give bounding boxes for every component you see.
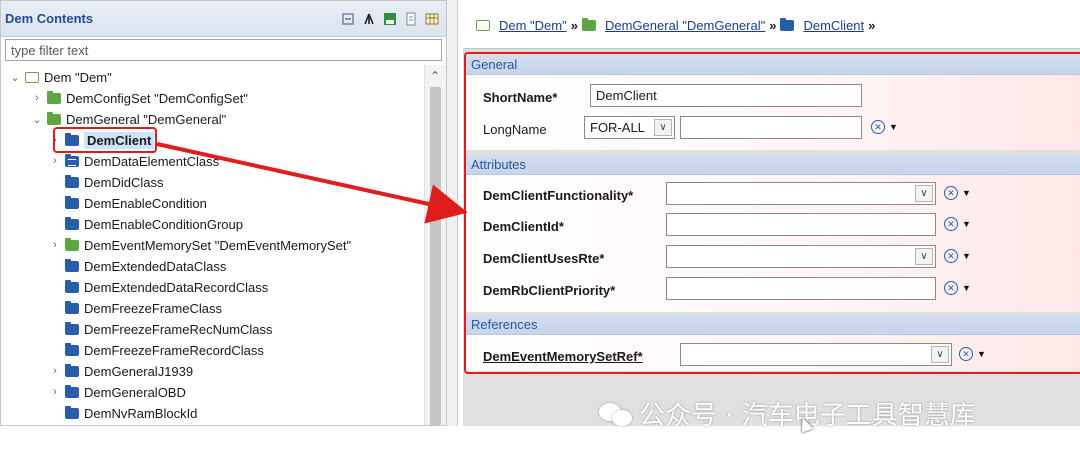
watermark: 公众号 · 汽车电子工具智慧库 [599, 395, 976, 432]
tree-item-label: DemGeneralOBD [84, 384, 186, 400]
breadcrumb-separator: » [868, 18, 876, 33]
tree-item-demgeneralobd[interactable]: › DemGeneralOBD [49, 382, 186, 402]
editor-area: Dem "Dem" » DemGeneral "DemGeneral" » De… [457, 0, 1080, 431]
variant-icon[interactable] [382, 11, 398, 27]
tree-item-label: DemEnableCondition [84, 195, 207, 211]
chevron-right-icon[interactable]: › [49, 155, 61, 167]
tree-view: ⌄ Dem "Dem" › DemConfigSet "DemConfigSet… [1, 65, 446, 425]
tree-item-demenableconditiongroup[interactable]: DemEnableConditionGroup [65, 214, 243, 234]
folder-icon [65, 237, 79, 251]
collapse-all-icon[interactable] [340, 11, 356, 27]
tree-item-demconfigset[interactable]: › DemConfigSet "DemConfigSet" [31, 88, 248, 108]
chevron-right-icon[interactable]: › [49, 365, 61, 377]
scrollbar-thumb[interactable] [430, 87, 441, 425]
tree-item-label: DemExtendedDataClass [84, 258, 227, 274]
chevron-right-icon[interactable]: › [49, 386, 61, 398]
folder-icon [65, 216, 79, 230]
folder-icon [65, 342, 79, 356]
folder-icon [780, 18, 795, 31]
tree-item-dem[interactable]: ⌄ Dem "Dem" [9, 67, 112, 87]
selection-highlight [53, 127, 157, 153]
tree-item-label: DemFreezeFrameRecNumClass [84, 321, 273, 337]
tree-item-label: DemEnableConditionGroup [84, 216, 243, 232]
breadcrumb-link[interactable]: Dem "Dem" [499, 18, 567, 33]
tree-item-demextendeddataclass[interactable]: DemExtendedDataClass [65, 256, 226, 276]
folder-icon [65, 300, 79, 314]
tree-item-demfreezeframerecnumclass[interactable]: DemFreezeFrameRecNumClass [65, 319, 273, 339]
folder-icon [65, 174, 79, 188]
tree-item-label: DemGeneralJ1939 [84, 363, 194, 379]
module-icon [476, 20, 490, 31]
tree-item-label: DemConfigSet "DemConfigSet" [66, 90, 248, 106]
tree-item-label: DemGeneral "DemGeneral" [66, 111, 227, 127]
document-icon[interactable] [403, 11, 419, 27]
tree-item-demgeneralj1939[interactable]: › DemGeneralJ1939 [49, 361, 193, 381]
tree-item-demfreezeframerecordclass[interactable]: DemFreezeFrameRecordClass [65, 340, 264, 360]
hierarchy-icon[interactable] [361, 11, 377, 27]
dem-contents-panel: Dem Contents type filter text ⌄ Dem "Dem… [0, 0, 447, 426]
tree-item-label: DemNvRamBlockId [84, 405, 198, 421]
breadcrumb: Dem "Dem" » DemGeneral "DemGeneral" » De… [476, 18, 875, 33]
folder-icon [65, 321, 79, 335]
tree-item-label: DemFreezeFrameRecordClass [84, 342, 264, 358]
tree-item-demeventmemoryset[interactable]: › DemEventMemorySet "DemEventMemorySet" [49, 235, 351, 255]
tree-item-demdidclass[interactable]: DemDidClass [65, 172, 163, 192]
breadcrumb-separator: » [570, 18, 578, 33]
breadcrumb-item-dem[interactable]: Dem "Dem" [476, 18, 567, 33]
tree-item-label: DemExtendedDataRecordClass [84, 279, 269, 295]
chevron-right-icon[interactable]: › [31, 92, 43, 104]
chevron-down-icon[interactable]: ⌄ [9, 71, 21, 84]
folder-icon [581, 18, 596, 31]
table-icon[interactable] [424, 11, 440, 27]
content-highlight-frame [464, 52, 1080, 374]
folder-icon [65, 195, 79, 209]
chevron-right-icon[interactable]: › [49, 239, 61, 251]
breadcrumb-link[interactable]: DemGeneral "DemGeneral" [605, 18, 765, 33]
folder-icon [65, 363, 79, 377]
tree-item-demfreezeframeclass[interactable]: DemFreezeFrameClass [65, 298, 222, 318]
tree-item-label: Dem "Dem" [44, 69, 112, 85]
folder-icon [65, 405, 79, 419]
breadcrumb-item-demclient[interactable]: DemClient [780, 18, 864, 33]
panel-header: Dem Contents [1, 1, 446, 37]
tree-item-label: DemEventMemorySet "DemEventMemorySet" [84, 237, 352, 253]
folder-icon [65, 384, 79, 398]
tree-item-demnvramblockid[interactable]: DemNvRamBlockId [65, 403, 197, 423]
chevron-down-icon[interactable]: ⌄ [31, 113, 43, 126]
chevron-up-icon[interactable]: ⌃ [430, 69, 440, 83]
tree-item-demdataelementclass[interactable]: › DemDataElementClass [49, 151, 219, 171]
folder-icon [47, 90, 61, 104]
module-icon [25, 71, 39, 83]
breadcrumb-separator: » [769, 18, 777, 33]
folder-icon [65, 279, 79, 293]
panel-title: Dem Contents [5, 11, 94, 26]
tree-item-demenablecondition[interactable]: DemEnableCondition [65, 193, 207, 213]
form-editor: General ShortName* DemClient LongName FO… [463, 48, 1080, 431]
tree-item-demgeneral[interactable]: ⌄ DemGeneral "DemGeneral" [31, 109, 226, 129]
breadcrumb-item-demgeneral[interactable]: DemGeneral "DemGeneral" [581, 18, 765, 33]
app-window: Dem Contents type filter text ⌄ Dem "Dem… [0, 0, 1080, 453]
panel-toolbar [340, 11, 440, 27]
folder-icon [65, 258, 79, 272]
folder-icon [47, 111, 61, 125]
tree-item-label: DemFreezeFrameClass [84, 300, 222, 316]
tree: ⌄ Dem "Dem" › DemConfigSet "DemConfigSet… [1, 65, 422, 425]
tree-item-label: DemDidClass [84, 174, 164, 190]
tree-scrollbar[interactable]: ⌃ [424, 65, 446, 425]
data-folder-icon [65, 153, 79, 167]
wechat-icon [599, 401, 633, 427]
breadcrumb-link[interactable]: DemClient [803, 18, 864, 33]
tree-item-label: DemDataElementClass [84, 153, 220, 169]
tree-item-demextendeddatarecordclass[interactable]: DemExtendedDataRecordClass [65, 277, 268, 297]
filter-input[interactable] [5, 39, 442, 61]
panel-splitter[interactable] [447, 0, 457, 426]
